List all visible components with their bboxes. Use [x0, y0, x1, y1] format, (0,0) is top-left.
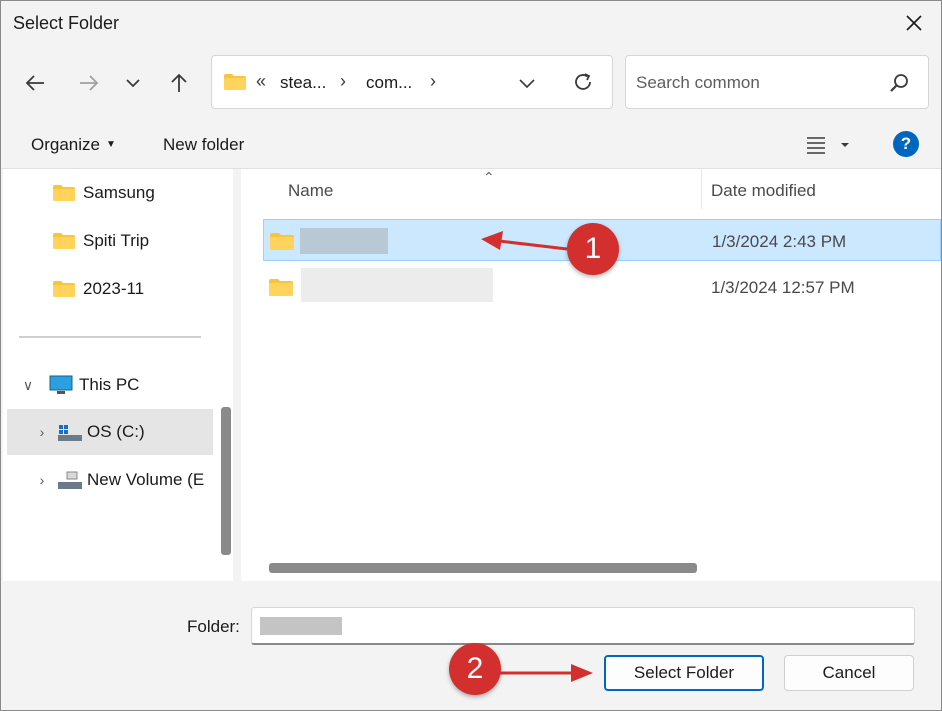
refresh-icon[interactable] — [572, 71, 594, 93]
navigation-pane: Samsung Spiti Trip 2023-11 ∨ This PC › O… — [3, 169, 233, 581]
drive-icon — [58, 471, 82, 489]
sidebar-item-label: Spiti Trip — [83, 231, 150, 250]
sidebar-item-spiti-trip[interactable]: Spiti Trip — [53, 218, 149, 264]
annotation-arrow-2 — [499, 664, 593, 682]
breadcrumb-separator-icon: › — [340, 71, 346, 91]
sidebar-item-label: This PC — [79, 375, 140, 394]
annotation-badge-2: 2 — [449, 643, 501, 695]
window-title: Select Folder — [13, 13, 120, 33]
sidebar-scrollbar[interactable] — [221, 407, 231, 555]
chevron-right-icon[interactable]: › — [31, 424, 53, 440]
arrow-left-icon — [25, 75, 44, 91]
organize-label: Organize — [31, 135, 100, 154]
sidebar-item-label: 2023-11 — [83, 279, 145, 298]
title-bar: Select Folder — [1, 1, 941, 45]
new-folder-button[interactable]: New folder — [163, 135, 244, 155]
monitor-icon — [49, 375, 73, 394]
redacted-folder-name — [301, 268, 493, 302]
annotation-badge-1: 1 — [567, 223, 619, 275]
folder-icon — [269, 279, 293, 296]
folder-icon — [53, 185, 75, 201]
arrow-up-icon — [171, 73, 187, 92]
sidebar-item-new-volume[interactable]: › New Volume (E — [7, 457, 213, 503]
sidebar-item-label: Samsung — [83, 183, 155, 202]
folder-icon — [224, 74, 246, 90]
organize-button[interactable]: Organize ▼ — [31, 135, 116, 155]
horizontal-scrollbar[interactable] — [269, 563, 697, 573]
select-folder-button[interactable]: Select Folder — [604, 655, 764, 691]
command-bar: Organize ▼ New folder ? — [1, 121, 941, 169]
cancel-button[interactable]: Cancel — [784, 655, 914, 691]
column-divider[interactable] — [701, 169, 702, 209]
arrow-right-icon — [80, 75, 99, 91]
column-header-name[interactable]: Name — [288, 181, 333, 201]
address-bar[interactable]: « stea... › com... › — [211, 55, 613, 109]
search-icon[interactable] — [888, 72, 910, 94]
chevron-down-icon[interactable]: ∨ — [17, 377, 39, 394]
close-button[interactable] — [887, 1, 941, 45]
address-overflow[interactable]: « — [256, 71, 266, 92]
date-modified: 1/3/2024 12:57 PM — [711, 278, 855, 297]
breadcrumb-steam[interactable]: stea... — [280, 73, 326, 93]
view-options-icon[interactable] — [805, 133, 849, 157]
sidebar-item-2023-11[interactable]: 2023-11 — [53, 266, 144, 312]
sort-ascending-icon: ⌃ — [483, 169, 495, 185]
folder-icon — [53, 281, 75, 297]
sidebar-item-label: OS (C:) — [87, 422, 145, 441]
date-modified: 1/3/2024 2:43 PM — [712, 232, 847, 251]
chevron-down-icon — [126, 79, 140, 88]
search-input[interactable] — [636, 70, 876, 96]
sidebar-item-this-pc[interactable]: ∨ This PC — [17, 362, 213, 408]
caret-down-icon: ▼ — [105, 139, 116, 150]
sidebar-item-os-c[interactable]: › OS (C:) — [7, 409, 213, 455]
folder-label: Folder: — [187, 617, 240, 636]
folder-icon — [53, 233, 75, 249]
up-button[interactable] — [161, 65, 197, 101]
sidebar-item-label: New Volume (E — [87, 470, 205, 489]
select-folder-dialog: Select Folder « stea... › com... › Searc… — [0, 0, 942, 711]
folder-icon — [270, 233, 294, 250]
breadcrumb-separator-icon: › — [430, 71, 436, 91]
close-icon — [906, 15, 922, 31]
address-dropdown-chevron-icon[interactable] — [518, 74, 536, 92]
redacted-folder-name — [300, 228, 388, 254]
back-button[interactable] — [17, 65, 53, 101]
drive-icon — [58, 425, 82, 441]
recent-locations-button[interactable] — [115, 65, 151, 101]
sidebar-divider — [19, 336, 201, 338]
search-box[interactable] — [625, 55, 929, 109]
pane-divider[interactable] — [233, 169, 241, 581]
navigation-bar: « stea... › com... › — [1, 45, 941, 121]
chevron-right-icon[interactable]: › — [31, 472, 53, 488]
column-header-date-modified[interactable]: Date modified — [711, 181, 816, 201]
folder-input[interactable] — [251, 607, 915, 645]
breadcrumb-common[interactable]: com... — [366, 73, 412, 93]
forward-button[interactable] — [71, 65, 107, 101]
redacted-folder-value — [260, 617, 342, 635]
sidebar-item-samsung[interactable]: Samsung — [53, 170, 155, 216]
help-icon[interactable]: ? — [893, 131, 919, 157]
